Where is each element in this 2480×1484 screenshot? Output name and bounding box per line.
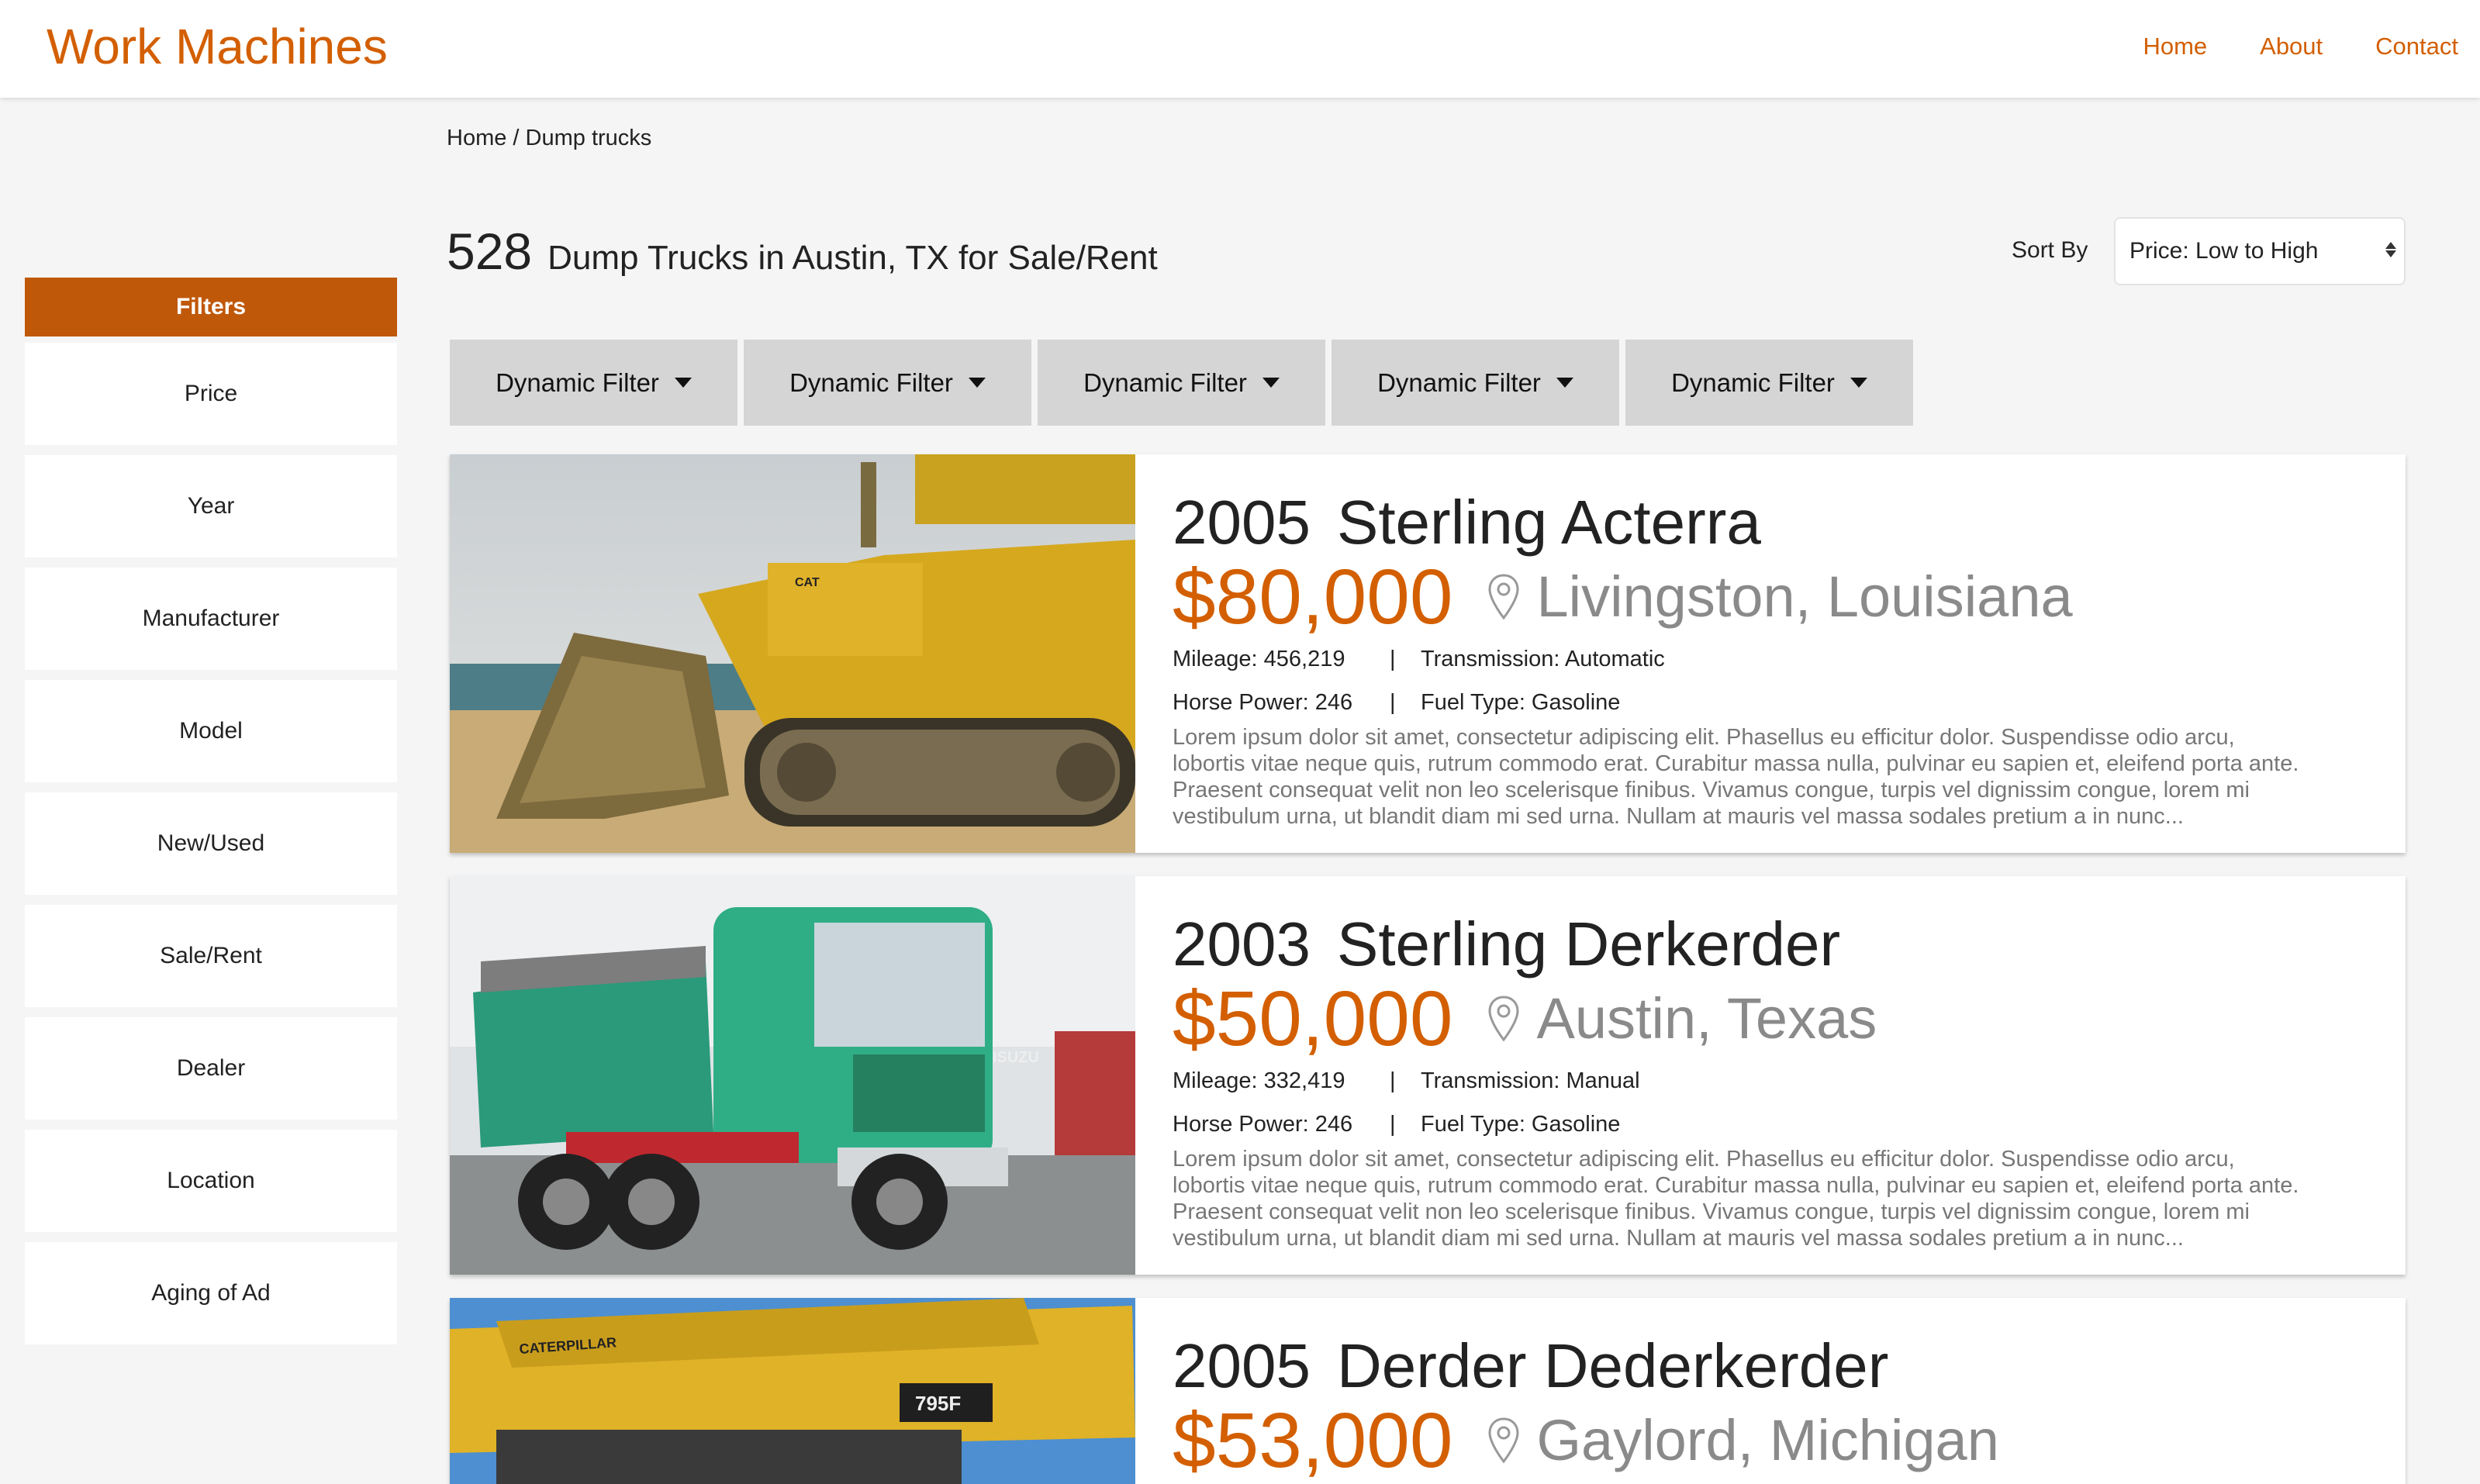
listing-info: 2005 Sterling Acterra $80,000 Livingston…	[1173, 485, 2320, 831]
listing-location: Livingston, Louisiana	[1536, 564, 2073, 629]
listing-year: 2003	[1173, 909, 1311, 978]
filter-aging-of-ad[interactable]: Aging of Ad	[25, 1242, 397, 1344]
dynamic-filter-dropdown[interactable]: Dynamic Filter	[1625, 340, 1913, 426]
listing-photo-dump-truck[interactable]: ISUZU	[450, 876, 1135, 1275]
spec-separator: |	[1390, 690, 1396, 715]
filter-price[interactable]: Price	[25, 343, 397, 445]
spec-transmission: Transmission: Manual	[1421, 1068, 1640, 1093]
location-pin-icon	[1488, 1417, 1519, 1464]
price-location-row: $50,000 Austin, Texas	[1173, 978, 2320, 1059]
results-heading: 528 Dump Trucks in Austin, TX for Sale/R…	[447, 222, 1158, 281]
sort-select[interactable]: Price: Low to High	[2114, 217, 2406, 285]
breadcrumb: Home / Dump trucks	[447, 126, 652, 150]
filter-location[interactable]: Location	[25, 1130, 397, 1232]
listing-photo-bulldozer[interactable]: CAT	[450, 454, 1135, 853]
filter-sale-rent[interactable]: Sale/Rent	[25, 905, 397, 1007]
listing-location: Austin, Texas	[1536, 986, 1877, 1051]
listing-price: $80,000	[1173, 554, 1453, 640]
listing-info: 2005 Derder Dederkerder $53,000 Gaylord,…	[1173, 1329, 2320, 1481]
main-nav: Home About Contact	[2143, 28, 2458, 65]
listing-card[interactable]: CATERPILLAR 795F 2005 Derder Dederkerder…	[450, 1298, 2406, 1484]
dynamic-filter-dropdown[interactable]: Dynamic Filter	[1038, 340, 1325, 426]
listing-year: 2005	[1173, 488, 1311, 557]
isuzu-badge: ISUZU	[993, 1049, 1039, 1066]
spec-mileage: Mileage: 456,219	[1173, 647, 1345, 671]
nav-home-link[interactable]: Home	[2143, 28, 2207, 65]
caret-down-icon	[674, 378, 692, 388]
filter-model[interactable]: Model	[25, 680, 397, 782]
listing-info: 2003 Sterling Derkerder $50,000 Austin, …	[1173, 907, 2320, 1253]
price-location-row: $53,000 Gaylord, Michigan	[1173, 1400, 2320, 1481]
listing-name: Derder Dederkerder	[1336, 1331, 1889, 1400]
listing-description: Lorem ipsum dolor sit amet, consectetur …	[1173, 1147, 2299, 1251]
listing-specs: Mileage: 332,419 | Transmission: Manual …	[1173, 1059, 2320, 1146]
dynamic-filter-label: Dynamic Filter	[1671, 368, 1835, 397]
caret-down-icon	[1850, 378, 1867, 388]
model-decal: 795F	[915, 1392, 961, 1415]
listing-title[interactable]: 2005 Derder Dederkerder	[1173, 1329, 2320, 1403]
sort-label: Sort By	[2012, 237, 2088, 263]
results-title: Dump Trucks in Austin, TX for Sale/Rent	[547, 239, 1158, 277]
caret-down-icon	[1556, 378, 1573, 388]
spec-fuel: Fuel Type: Gasoline	[1421, 1112, 1621, 1137]
price-location-row: $80,000 Livingston, Louisiana	[1173, 557, 2320, 637]
dynamic-filter-dropdown[interactable]: Dynamic Filter	[450, 340, 737, 426]
spec-fuel: Fuel Type: Gasoline	[1421, 690, 1621, 715]
listing-year: 2005	[1173, 1331, 1311, 1400]
dynamic-filter-label: Dynamic Filter	[789, 368, 953, 397]
listing-price: $50,000	[1173, 975, 1453, 1062]
cat-decal: CAT	[795, 576, 820, 589]
listing-name: Sterling Derkerder	[1336, 909, 1841, 978]
caret-down-icon	[968, 378, 986, 388]
dynamic-filter-row: Dynamic Filter Dynamic Filter Dynamic Fi…	[450, 340, 1913, 426]
spec-separator: |	[1390, 647, 1396, 671]
filter-new-used[interactable]: New/Used	[25, 792, 397, 895]
filter-dealer[interactable]: Dealer	[25, 1017, 397, 1120]
listing-title[interactable]: 2003 Sterling Derkerder	[1173, 907, 2320, 982]
listing-name: Sterling Acterra	[1336, 488, 1761, 557]
listing-location: Gaylord, Michigan	[1536, 1408, 1999, 1472]
listing-description: Lorem ipsum dolor sit amet, consectetur …	[1173, 725, 2299, 829]
dynamic-filter-label: Dynamic Filter	[1083, 368, 1247, 397]
location-pin-icon	[1488, 996, 1519, 1042]
listing-photo-haul-truck[interactable]: CATERPILLAR 795F	[450, 1298, 1135, 1484]
listing-specs: Mileage: 456,219 | Transmission: Automat…	[1173, 637, 2320, 724]
caret-down-icon	[1262, 378, 1280, 388]
spec-mileage: Mileage: 332,419	[1173, 1068, 1345, 1093]
top-navbar: Work Machines Home About Contact	[0, 0, 2480, 98]
nav-contact-link[interactable]: Contact	[2375, 28, 2458, 65]
location-pin-icon	[1488, 574, 1519, 620]
spec-transmission: Transmission: Automatic	[1421, 647, 1665, 671]
filters-sidebar: Filters Price Year Manufacturer Model Ne…	[25, 278, 397, 1344]
listing-price: $53,000	[1173, 1397, 1453, 1484]
results-count: 528	[447, 223, 533, 280]
dynamic-filter-label: Dynamic Filter	[1377, 368, 1541, 397]
spec-separator: |	[1390, 1112, 1396, 1137]
nav-about-link[interactable]: About	[2260, 28, 2323, 65]
spec-horsepower: Horse Power: 246	[1173, 1112, 1353, 1137]
spec-horsepower: Horse Power: 246	[1173, 690, 1353, 715]
listing-card[interactable]: CAT 2005 Sterling Acterra $80,000 Living…	[450, 454, 2406, 853]
dynamic-filter-dropdown[interactable]: Dynamic Filter	[1332, 340, 1619, 426]
listing-card[interactable]: ISUZU 2003 Sterling Derkerder $50,000 Au…	[450, 876, 2406, 1275]
select-arrows-icon	[2385, 242, 2396, 257]
filters-header: Filters	[25, 278, 397, 336]
spec-separator: |	[1390, 1068, 1396, 1093]
dynamic-filter-dropdown[interactable]: Dynamic Filter	[744, 340, 1031, 426]
sort-select-value: Price: Low to High	[2129, 238, 2319, 264]
listing-title[interactable]: 2005 Sterling Acterra	[1173, 485, 2320, 560]
filter-year[interactable]: Year	[25, 455, 397, 557]
dynamic-filter-label: Dynamic Filter	[496, 368, 659, 397]
brand-logo[interactable]: Work Machines	[47, 14, 388, 79]
filter-manufacturer[interactable]: Manufacturer	[25, 568, 397, 670]
